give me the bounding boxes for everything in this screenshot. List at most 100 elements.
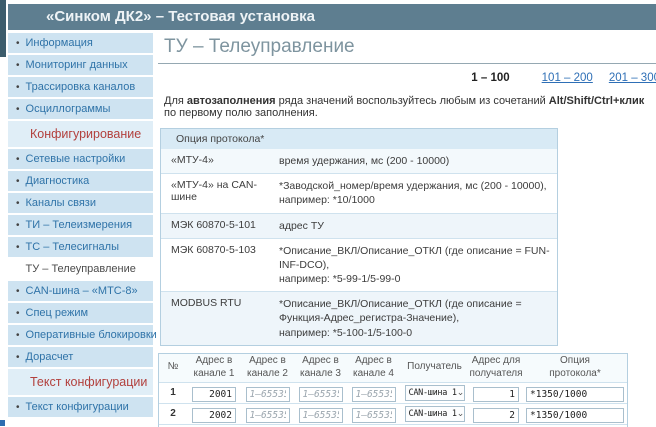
address-channel-1-input[interactable] [192, 387, 236, 402]
sidebar-item-label: CAN-шина – «МТС-8» [26, 285, 138, 297]
column-header-2: Адрес в канале 2 [241, 355, 294, 380]
protocol-options-rows: «МТУ-4» время удержания, мс (200 - 10000… [161, 149, 557, 345]
address-channel-1-input[interactable] [192, 408, 236, 423]
recipient-address-input[interactable] [473, 408, 519, 423]
row-number: 2 [159, 408, 187, 419]
sidebar-item[interactable]: • Дорасчет [8, 347, 153, 367]
recipient-address-input[interactable] [473, 387, 519, 402]
protocol-option-row: MODBUS RTU *Описание_ВКЛ/Описание_ОТКЛ (… [161, 291, 557, 345]
column-header-5: Получатель [400, 361, 469, 374]
sidebar-item-label: Осциллограммы [26, 103, 111, 115]
sidebar-item-label: Текст конфигурации [26, 401, 129, 413]
address-channel-3-input[interactable] [299, 408, 343, 423]
hint-bold-keys: Alt/Shift/Ctrl+клик [549, 95, 644, 107]
sidebar: • Информация • Мониторинг данных • Трассировк… [8, 33, 153, 427]
bullet-icon: • [16, 82, 20, 93]
address-channel-3-input[interactable] [299, 387, 343, 402]
sidebar-item[interactable]: • Трассировка каналов [8, 77, 153, 97]
protocol-option-input[interactable] [526, 408, 624, 423]
sidebar-item[interactable]: • Спец режим [8, 303, 153, 323]
protocol-description: *Описание_ВКЛ/Описание_ОТКЛ (где описани… [279, 239, 557, 292]
sidebar-item[interactable]: •ТИ – Телеизмерения [8, 215, 153, 235]
sidebar-item-label: ТУ – Телеуправление [26, 263, 136, 275]
sidebar-item[interactable]: •Текст конфигурации [8, 397, 153, 417]
sidebar-item-label: Трассировка каналов [26, 81, 136, 93]
bullet-icon: • [16, 352, 20, 363]
autofill-hint: Для автозаполнения ряда значений восполь… [164, 95, 656, 119]
sidebar-item[interactable]: • Каналы связи [8, 193, 153, 213]
bullet-icon: • [16, 286, 20, 297]
protocol-option-row: «МТУ-4» время удержания, мс (200 - 10000… [161, 149, 557, 173]
pagination-link-101-200[interactable]: 101 – 200 [542, 72, 593, 84]
sidebar-item[interactable]: • CAN-шина – «МТС-8» [8, 281, 153, 301]
sidebar-item-label: Каналы связи [26, 197, 96, 209]
sidebar-item-active[interactable]: •ТУ – Телеуправление [8, 259, 153, 279]
tu-config-table: №Адрес в канале 1Адрес в канале 2Адрес в… [158, 353, 628, 427]
protocol-option-row: МЭК 60870-5-103 *Описание_ВКЛ/Описание_О… [161, 238, 557, 292]
app-title: «Синком ДК2» – Тестовая установка [8, 4, 656, 30]
protocol-description: время удержания, мс (200 - 10000) [279, 149, 557, 173]
table-header-row: №Адрес в канале 1Адрес в канале 2Адрес в… [159, 354, 627, 382]
chevron-down-icon: ⌄ [457, 409, 465, 418]
sidebar-item-label: Сетевые настройки [26, 153, 126, 165]
page-title: ТУ – Телеуправление [158, 36, 656, 64]
protocol-options-table: Опция протокола* «МТУ-4» время удержания… [160, 128, 558, 346]
pagination-current-range: 1 – 100 [471, 72, 509, 84]
sidebar-item-label: Информация [26, 37, 93, 49]
column-header-1: Адрес в канале 1 [187, 355, 241, 380]
sidebar-item-label: Мониторинг данных [26, 59, 128, 71]
bullet-icon: • [16, 330, 20, 341]
protocol-option-input[interactable] [526, 387, 624, 402]
sidebar-section-header: Конфигурирование [8, 121, 153, 147]
sidebar-item[interactable]: • Осциллограммы [8, 99, 153, 119]
bullet-icon: • [16, 176, 20, 187]
protocol-description: *Описание_ВКЛ/Описание_ОТКЛ (где описани… [279, 292, 557, 345]
bullet-icon: • [16, 104, 20, 115]
table-body: 1CAN-шина 1⌄2CAN-шина 1⌄3CAN-шина 1⌄4CAN… [159, 382, 627, 427]
protocol-name: МЭК 60870-5-101 [161, 214, 279, 238]
chevron-down-icon: ⌄ [457, 388, 465, 397]
sidebar-item-label: Дорасчет [26, 351, 74, 363]
pagination: 1 – 100 101 – 200 201 – 300 [158, 72, 656, 84]
recipient-select[interactable]: CAN-шина 1⌄ [405, 385, 465, 401]
bullet-icon: • [16, 154, 20, 165]
protocol-name: МЭК 60870-5-103 [161, 239, 279, 292]
corner-artifact [0, 420, 5, 426]
sidebar-item-label: ТС – Телесигналы [26, 241, 119, 253]
protocol-name: MODBUS RTU [161, 292, 279, 345]
window-edge-strip [0, 0, 6, 57]
bullet-icon: • [16, 38, 20, 49]
bullet-icon: • [16, 308, 20, 319]
hint-text: Для [164, 95, 187, 107]
address-channel-2-input[interactable] [246, 387, 290, 402]
table-row-1: 1CAN-шина 1⌄ [159, 382, 627, 403]
sidebar-item-label: ТИ – Телеизмерения [26, 219, 133, 231]
sidebar-nav: • Информация • Мониторинг данных • Трассировк… [8, 33, 153, 417]
pagination-link-201-300[interactable]: 201 – 300 [609, 72, 656, 84]
bullet-icon: • [16, 198, 20, 209]
sidebar-item[interactable]: •Оперативные блокировки [8, 325, 153, 345]
sidebar-item[interactable]: • ТС – Телесигналы [8, 237, 153, 257]
sidebar-item[interactable]: • Информация [8, 33, 153, 53]
bullet-icon: • [16, 60, 20, 71]
sidebar-item[interactable]: • Мониторинг данных [8, 55, 153, 75]
protocol-option-row: «МТУ-4» на CAN-шине *Заводской_номер/вре… [161, 173, 557, 212]
sidebar-item-label: Спец режим [26, 307, 89, 319]
address-channel-2-input[interactable] [246, 408, 290, 423]
hint-bold-autofill: автозаполнения [187, 95, 276, 107]
recipient-selected-value: CAN-шина 1 [409, 409, 457, 419]
sidebar-item[interactable]: • Диагностика [8, 171, 153, 191]
column-header-0: № [159, 361, 187, 374]
address-channel-4-input[interactable] [352, 387, 396, 402]
column-header-6: Адрес для получателя [469, 355, 523, 380]
protocol-name: «МТУ-4» [161, 149, 279, 173]
protocol-description: *Заводской_номер/время удержания, мс (20… [279, 174, 557, 212]
sidebar-item[interactable]: • Сетевые настройки [8, 149, 153, 169]
recipient-select[interactable]: CAN-шина 1⌄ [405, 406, 465, 422]
address-channel-4-input[interactable] [352, 408, 396, 423]
sidebar-item-label: Оперативные блокировки [26, 329, 157, 341]
bullet-icon: • [16, 242, 20, 253]
sidebar-item-label: Диагностика [26, 175, 90, 187]
protocol-description: адрес ТУ [279, 214, 557, 238]
protocol-options-header: Опция протокола* [161, 129, 557, 149]
